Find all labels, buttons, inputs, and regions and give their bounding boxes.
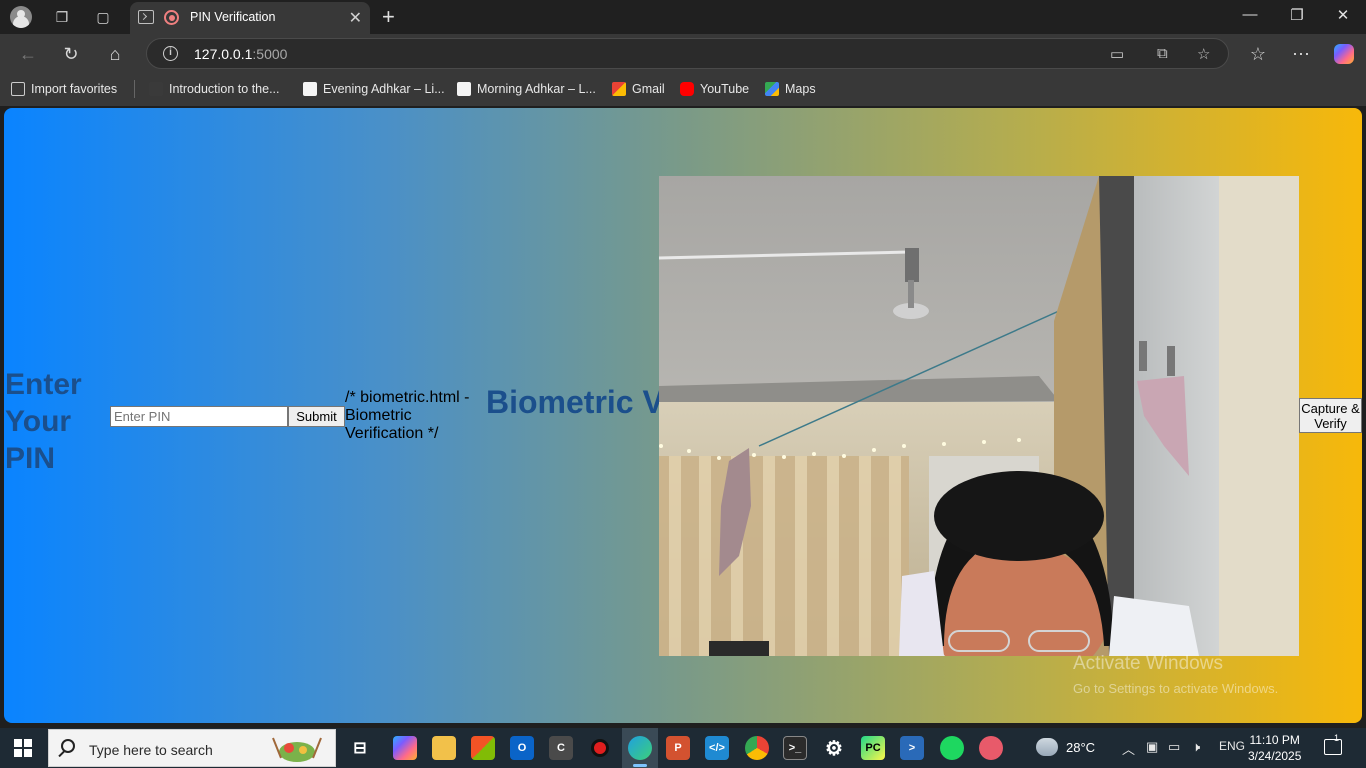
favorites-divider xyxy=(134,80,135,98)
camera-in-use-icon[interactable]: ▭ xyxy=(1110,45,1124,63)
outlook-icon[interactable]: O xyxy=(510,736,534,760)
favorite-introduction[interactable]: Introduction to the... xyxy=(149,82,280,96)
copilot-icon[interactable] xyxy=(1332,42,1356,66)
favorite-import[interactable]: Import favorites xyxy=(11,82,117,96)
drop-favicon-icon xyxy=(457,82,471,96)
volume-icon[interactable]: 🕨 xyxy=(1192,739,1200,755)
webcam-scene-image xyxy=(659,176,1299,656)
url-text: 127.0.0.1:5000 xyxy=(194,46,288,62)
tray-chevron-icon[interactable]: ︿ xyxy=(1122,739,1135,758)
stray-comment-text: /* biometric.html - Biometric Verificati… xyxy=(345,389,470,442)
drop-favicon-icon xyxy=(303,82,317,96)
maps-icon xyxy=(765,82,779,96)
edge-browser-icon[interactable] xyxy=(628,736,652,760)
favorite-maps[interactable]: Maps xyxy=(765,82,816,96)
terminal-favicon-icon xyxy=(138,10,154,24)
address-bar[interactable]: i 127.0.0.1:5000 ▭ ⧉ ☆ xyxy=(146,38,1229,69)
clock-time: 11:10 PM xyxy=(1249,733,1300,747)
windows-taskbar: Type here to search ⊟ O C P </> >_ ⚙ PC … xyxy=(0,728,1366,768)
weather-temperature: 28°C xyxy=(1066,739,1096,755)
taskbar-clock[interactable]: 11:10 PM 3/24/2025 xyxy=(1248,732,1301,764)
browser-tab-active[interactable]: PIN Verification ✕ xyxy=(130,2,370,34)
webcam-video-feed xyxy=(659,176,1299,656)
restore-icon[interactable]: ❐ xyxy=(1285,6,1309,24)
workspaces-icon[interactable]: ❐ xyxy=(51,6,73,28)
recorder-icon[interactable] xyxy=(588,736,612,760)
spotify-icon[interactable] xyxy=(940,736,964,760)
back-arrow-icon[interactable]: ← xyxy=(16,42,40,66)
weather-cloud-icon xyxy=(1036,738,1058,756)
search-highlight-art-icon xyxy=(272,737,322,762)
meet-now-icon[interactable]: ▣ xyxy=(1146,739,1158,755)
favorite-star-icon[interactable]: ☆ xyxy=(1197,45,1210,63)
favorite-morning-adhkar[interactable]: Morning Adhkar – L... xyxy=(457,82,596,96)
more-menu-icon[interactable]: ⋯ xyxy=(1289,42,1313,66)
reload-icon[interactable]: ↻ xyxy=(59,42,83,66)
notification-count-badge: 1 xyxy=(1334,733,1340,743)
page-viewport: Enter Your PIN Submit /* biometric.html … xyxy=(4,108,1362,723)
activate-windows-watermark: Activate Windows Go to Settings to activ… xyxy=(1073,653,1278,696)
task-view-icon[interactable]: ⊟ xyxy=(348,736,372,760)
minimize-icon[interactable]: — xyxy=(1238,6,1262,23)
search-placeholder: Type here to search xyxy=(89,742,213,758)
clock-date: 3/24/2025 xyxy=(1248,749,1302,763)
close-window-icon[interactable]: ✕ xyxy=(1331,6,1355,24)
activate-windows-subtitle: Go to Settings to activate Windows. xyxy=(1073,681,1279,696)
favorite-youtube[interactable]: YouTube xyxy=(680,82,749,96)
search-icon xyxy=(61,739,75,753)
pycharm-icon[interactable]: PC xyxy=(861,736,885,760)
favorites-list-icon[interactable]: ☆ xyxy=(1246,42,1270,66)
home-icon[interactable]: ⌂ xyxy=(103,42,127,66)
copilot-taskbar-icon[interactable] xyxy=(393,736,417,760)
notification-center-icon[interactable] xyxy=(1324,739,1342,755)
powerpoint-icon[interactable]: P xyxy=(666,736,690,760)
file-explorer-icon[interactable] xyxy=(432,736,456,760)
recording-indicator-icon xyxy=(164,10,179,25)
app-available-icon[interactable]: ⧉ xyxy=(1157,45,1168,62)
weather-widget[interactable]: 28°C xyxy=(1036,738,1095,756)
terminal-icon[interactable]: >_ xyxy=(783,736,807,760)
import-icon xyxy=(11,82,25,96)
favorites-bar: Import favorites Introduction to the... … xyxy=(0,74,1366,106)
activate-windows-title: Activate Windows xyxy=(1073,653,1223,674)
settings-gear-icon[interactable]: ⚙ xyxy=(822,736,846,760)
battery-icon[interactable]: ▭ xyxy=(1168,739,1180,755)
chrome-icon[interactable] xyxy=(745,736,769,760)
tab-actions-icon[interactable]: ▢ xyxy=(92,6,114,28)
windows-start-icon[interactable] xyxy=(14,739,32,757)
submit-button[interactable]: Submit xyxy=(288,406,345,427)
browser-toolbar: ← ↻ ⌂ i 127.0.0.1:5000 ▭ ⧉ ☆ ☆ ⋯ xyxy=(0,34,1366,74)
tab-title: PIN Verification xyxy=(190,10,276,24)
favorite-gmail[interactable]: Gmail xyxy=(612,82,665,96)
browser-titlebar: ❐ ▢ PIN Verification ✕ + — ❐ ✕ xyxy=(0,0,1366,34)
favorite-evening-adhkar[interactable]: Evening Adhkar – Li... xyxy=(303,82,445,96)
new-tab-icon[interactable]: + xyxy=(382,4,395,30)
youtube-icon xyxy=(680,82,694,96)
pin-heading: Enter Your PIN xyxy=(5,368,82,475)
microsoft-store-icon[interactable] xyxy=(471,736,495,760)
site-info-icon[interactable]: i xyxy=(163,46,178,61)
vscode-icon[interactable]: </> xyxy=(705,736,729,760)
capture-verify-button[interactable]: Capture & Verify xyxy=(1299,398,1362,433)
codeblocks-icon[interactable]: C xyxy=(549,736,573,760)
snipping-tool-icon[interactable] xyxy=(979,736,1003,760)
pin-input[interactable] xyxy=(110,406,288,427)
gmail-icon xyxy=(612,82,626,96)
language-indicator[interactable]: ENG xyxy=(1219,739,1245,753)
close-tab-icon[interactable]: ✕ xyxy=(349,8,362,28)
page-favicon-icon xyxy=(149,82,163,96)
profile-avatar-icon[interactable] xyxy=(10,6,32,28)
powershell-icon[interactable]: > xyxy=(900,736,924,760)
taskbar-search-box[interactable]: Type here to search xyxy=(48,729,336,767)
